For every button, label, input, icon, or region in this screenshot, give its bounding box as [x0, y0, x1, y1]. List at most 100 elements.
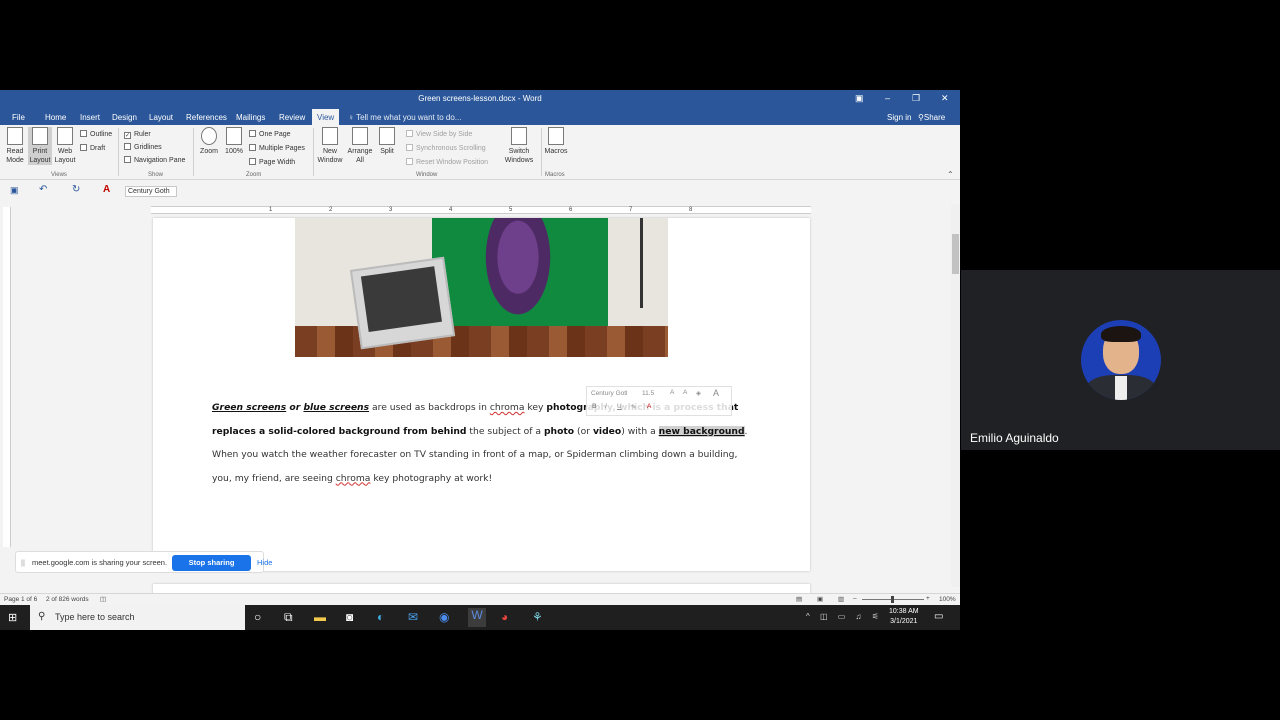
tab-references[interactable]: References: [186, 113, 227, 122]
new-window-button[interactable]: New Window: [316, 127, 344, 165]
redo-icon[interactable]: ↻: [72, 184, 80, 195]
highlight-icon[interactable]: ✎: [631, 403, 636, 411]
read-mode-button[interactable]: Read Mode: [3, 127, 27, 165]
clock[interactable]: 10:38 AM 3/1/2021: [889, 607, 919, 627]
arrange-all-button[interactable]: Arrange All: [345, 127, 375, 165]
font-color-icon[interactable]: A: [103, 184, 110, 195]
ruler-number: 1: [269, 207, 273, 213]
ruler-label: Ruler: [134, 131, 151, 138]
undo-icon[interactable]: ↶: [39, 184, 47, 195]
ribbon-display-options-icon[interactable]: ▣: [855, 93, 864, 104]
meet-participant-tile[interactable]: Emilio Aguinaldo: [961, 270, 1280, 450]
ribbon-tabs: File Home Insert Design Layout Reference…: [0, 109, 960, 125]
macros-button[interactable]: Macros: [543, 127, 569, 156]
browser-icon[interactable]: ◉: [439, 610, 449, 624]
light-stand: [640, 218, 643, 308]
collapse-ribbon-icon[interactable]: ⌃: [947, 170, 954, 179]
app-icon[interactable]: ⚘: [532, 610, 543, 624]
green-screen-photo[interactable]: [295, 218, 668, 357]
vertical-scrollbar[interactable]: [951, 204, 960, 587]
word-taskbar-icon[interactable]: W: [468, 608, 486, 627]
scrollbar-thumb[interactable]: [952, 234, 959, 274]
reset-window-position-button[interactable]: Reset Window Position: [406, 158, 488, 167]
tab-review[interactable]: Review: [279, 113, 305, 122]
word-count[interactable]: 2 of 826 words: [46, 596, 89, 603]
draft-button[interactable]: Draft: [80, 144, 105, 153]
web-layout-label: Web Layout: [54, 148, 76, 164]
tab-mailings[interactable]: Mailings: [236, 113, 265, 122]
underline-icon[interactable]: U: [617, 403, 622, 410]
tab-design[interactable]: Design: [112, 113, 137, 122]
hide-button[interactable]: Hide: [257, 558, 272, 567]
web-layout-button[interactable]: Web Layout: [53, 127, 77, 165]
word-window: Green screens-lesson.docx - Word ▣ – ❐ ✕…: [0, 90, 960, 605]
tell-me-box[interactable]: ♀ Tell me what you want to do...: [348, 113, 461, 122]
font-name-value: Century Goth: [128, 188, 170, 195]
cortana-icon[interactable]: ○: [254, 610, 261, 624]
proofing-icon[interactable]: ◫: [100, 595, 106, 603]
grow-font-icon[interactable]: A: [670, 389, 674, 396]
web-layout-status-icon[interactable]: ▥: [838, 595, 844, 603]
participant-name: Emilio Aguinaldo: [970, 431, 1059, 445]
outline-button[interactable]: Outline: [80, 130, 112, 139]
italic-icon[interactable]: I: [605, 403, 607, 410]
file-explorer-icon[interactable]: ▬: [314, 610, 326, 624]
edge-icon[interactable]: ◐: [377, 610, 384, 624]
notifications-icon[interactable]: ▭: [934, 611, 943, 622]
zoom-slider-thumb[interactable]: [891, 596, 894, 603]
switch-windows-button[interactable]: Switch Windows: [500, 127, 538, 165]
font-name-box[interactable]: Century Goth: [125, 186, 177, 197]
navigation-pane-checkbox[interactable]: Navigation Pane: [124, 156, 185, 165]
taskbar-search[interactable]: ⚲ Type here to search: [30, 605, 245, 630]
mail-icon[interactable]: ✉: [408, 610, 418, 624]
zoom-out-icon[interactable]: –: [853, 595, 857, 602]
tab-view[interactable]: View: [312, 109, 340, 125]
print-layout-button[interactable]: Print Layout: [28, 127, 52, 165]
tab-home[interactable]: Home: [45, 113, 66, 122]
title-bar: Green screens-lesson.docx - Word ▣ – ❐ ✕: [0, 90, 960, 109]
print-layout-status-icon[interactable]: ▣: [817, 595, 823, 603]
multiple-pages-button[interactable]: Multiple Pages: [249, 144, 305, 153]
restore-button[interactable]: ❐: [912, 93, 920, 104]
system-tray-icons[interactable]: ^ ◫ ▭ ♫ ⚟: [806, 612, 883, 621]
chrome-icon[interactable]: ◕: [501, 610, 508, 624]
clear-format-icon[interactable]: ◈: [696, 389, 701, 397]
tab-insert[interactable]: Insert: [80, 113, 100, 122]
sign-in-link[interactable]: Sign in: [887, 113, 911, 122]
one-page-button[interactable]: One Page: [249, 130, 291, 139]
ruler-checkbox[interactable]: ✓ Ruler: [124, 130, 151, 139]
close-button[interactable]: ✕: [941, 93, 949, 104]
stop-sharing-button[interactable]: Stop sharing: [172, 555, 251, 571]
windows-start-icon[interactable]: ⊞: [8, 611, 17, 624]
split-button[interactable]: Split: [376, 127, 398, 156]
quick-access-toolbar: ▣ ↶ ↻ A Century Goth: [0, 182, 960, 200]
zoom-100-button[interactable]: 100%: [223, 127, 245, 156]
font-color-mini-icon[interactable]: A: [647, 403, 651, 410]
bold-icon[interactable]: B: [592, 403, 597, 410]
store-icon[interactable]: ◙: [346, 610, 353, 624]
view-side-by-side-button[interactable]: View Side by Side: [406, 130, 472, 139]
zoom-level[interactable]: 100%: [939, 596, 956, 603]
shrink-font-icon[interactable]: A: [683, 389, 687, 396]
minimize-button[interactable]: –: [885, 93, 890, 103]
model-figure: [477, 218, 559, 330]
gridlines-checkbox[interactable]: Gridlines: [124, 143, 162, 152]
text-or-paren: (or: [574, 425, 593, 437]
drag-grip-icon[interactable]: ||: [21, 558, 25, 567]
window-group-label: Window: [416, 172, 438, 178]
zoom-in-icon[interactable]: +: [926, 595, 930, 602]
share-button[interactable]: ⚲Share: [918, 113, 945, 122]
zoom-button[interactable]: Zoom: [197, 127, 221, 156]
synchronous-scrolling-button[interactable]: Synchronous Scrolling: [406, 144, 486, 153]
tab-file[interactable]: File: [12, 113, 25, 122]
mini-font-name[interactable]: Century Gotl: [591, 390, 628, 397]
tab-layout[interactable]: Layout: [149, 113, 173, 122]
mini-font-size[interactable]: 11.5: [642, 390, 654, 397]
read-mode-status-icon[interactable]: ▤: [796, 595, 802, 603]
checkmark-icon: ✓: [124, 132, 131, 139]
styles-icon[interactable]: A: [713, 388, 719, 398]
page-width-button[interactable]: Page Width: [249, 158, 295, 167]
page-count[interactable]: Page 1 of 6: [4, 596, 37, 603]
save-icon[interactable]: ▣: [10, 185, 19, 196]
task-view-icon[interactable]: ⧉: [284, 610, 293, 625]
